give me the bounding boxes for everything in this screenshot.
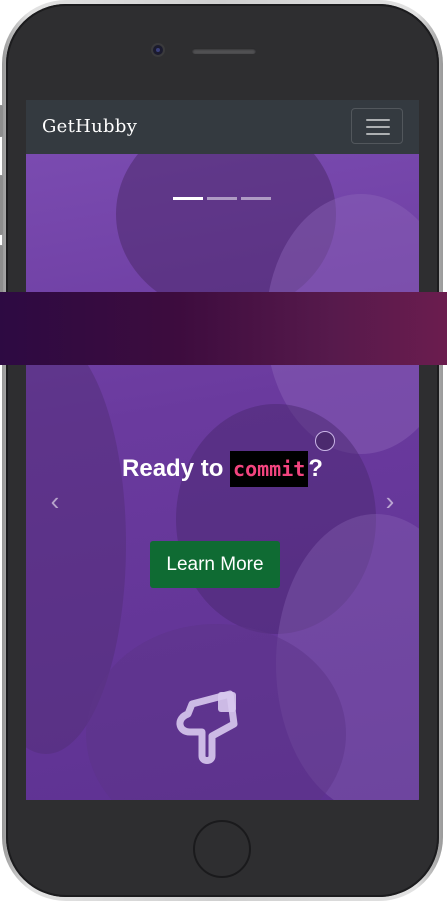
overlay-banner: [0, 292, 447, 365]
headline-code-word: commit: [230, 451, 309, 487]
navbar: GetHubby: [26, 100, 419, 154]
carousel-indicator[interactable]: [173, 197, 203, 200]
hand-pointing-down-icon[interactable]: [168, 684, 248, 769]
chevron-left-icon[interactable]: ‹: [43, 488, 67, 514]
hero-headline: Ready to commit?: [26, 451, 419, 487]
carousel-indicators: [173, 197, 273, 201]
front-camera: [153, 45, 163, 55]
learn-more-button[interactable]: Learn More: [150, 541, 280, 588]
volume-up-button: [0, 175, 3, 235]
carousel-indicator[interactable]: [207, 197, 237, 200]
floating-dot: [315, 431, 335, 451]
earpiece-speaker: [192, 48, 256, 54]
navbar-toggler-button[interactable]: [351, 108, 403, 144]
brand-logo[interactable]: GetHubby: [42, 116, 137, 137]
mute-switch: [0, 105, 3, 137]
phone-screen: Ready to commit? ‹ › Learn More GetHubby: [26, 100, 419, 800]
headline-suffix: ?: [308, 455, 323, 482]
chevron-right-icon[interactable]: ›: [378, 488, 402, 514]
home-button[interactable]: [193, 820, 251, 878]
hero-carousel: Ready to commit? ‹ › Learn More: [26, 154, 419, 800]
headline-prefix: Ready to: [122, 455, 231, 482]
carousel-indicator[interactable]: [241, 197, 271, 200]
